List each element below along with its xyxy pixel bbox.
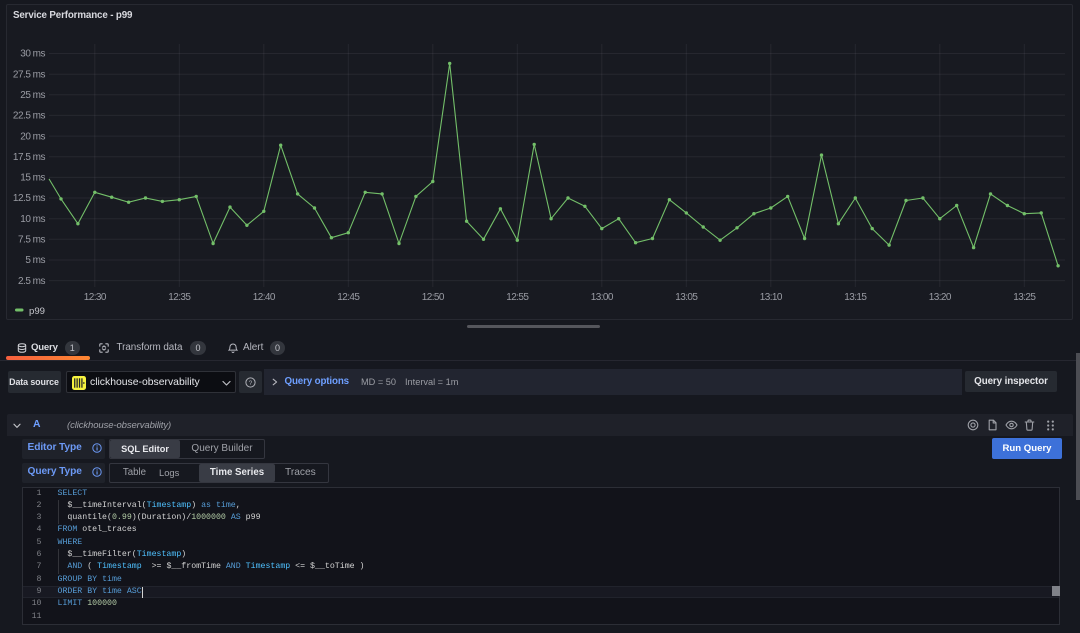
svg-text:13:20: 13:20 — [929, 292, 952, 303]
svg-text:20 ms: 20 ms — [20, 131, 45, 142]
svg-text:13:25: 13:25 — [1013, 292, 1036, 303]
svg-text:p99: p99 — [29, 306, 45, 317]
svg-text:7.5 ms: 7.5 ms — [18, 235, 46, 246]
svg-text:2.5 ms: 2.5 ms — [18, 276, 46, 287]
svg-text:5 ms: 5 ms — [25, 255, 45, 266]
svg-text:12:35: 12:35 — [168, 292, 191, 303]
svg-text:25 ms: 25 ms — [20, 90, 45, 101]
svg-text:12:50: 12:50 — [422, 292, 445, 303]
svg-text:27.5 ms: 27.5 ms — [13, 69, 46, 80]
svg-text:12:30: 12:30 — [84, 292, 107, 303]
svg-text:13:00: 13:00 — [591, 292, 614, 303]
svg-text:12:45: 12:45 — [337, 292, 360, 303]
svg-text:12:40: 12:40 — [253, 292, 276, 303]
svg-text:13:10: 13:10 — [760, 292, 783, 303]
svg-text:12.5 ms: 12.5 ms — [13, 193, 46, 204]
svg-text:12:55: 12:55 — [506, 292, 529, 303]
svg-text:10 ms: 10 ms — [20, 214, 45, 225]
svg-text:22.5 ms: 22.5 ms — [13, 111, 46, 122]
svg-text:30 ms: 30 ms — [20, 49, 45, 60]
svg-text:13:15: 13:15 — [844, 292, 867, 303]
svg-text:17.5 ms: 17.5 ms — [13, 152, 46, 163]
svg-text:13:05: 13:05 — [675, 292, 698, 303]
svg-text:?: ? — [249, 380, 253, 387]
svg-text:15 ms: 15 ms — [20, 173, 45, 184]
